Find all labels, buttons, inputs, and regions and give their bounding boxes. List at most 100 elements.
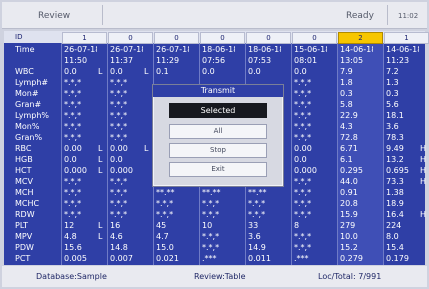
table-cell: 14.9: [248, 243, 266, 252]
table-cell: .***: [294, 254, 309, 263]
abnormal-flag: H: [420, 166, 427, 175]
parameter-label: HCT: [15, 166, 32, 175]
table-cell: 1.38: [386, 188, 404, 197]
stop-button[interactable]: Stop: [169, 143, 267, 158]
table-cell: 45: [156, 221, 167, 230]
table-cell: 14-06-18: [340, 45, 373, 54]
sample-id-cell[interactable]: 0: [246, 32, 291, 44]
table-cell: 15-06-18: [294, 45, 327, 54]
table-cell: *.*,*: [294, 133, 312, 142]
dialog-title: Transmit: [153, 85, 283, 97]
sample-id-cell[interactable]: 2: [338, 32, 383, 44]
table-cell: 18.9: [386, 199, 404, 208]
table-cell: *.*,*: [294, 111, 312, 120]
table-cell: *.*,*: [156, 210, 174, 219]
table-cell: *.*,*: [110, 89, 128, 98]
table-cell: 11:29: [156, 56, 180, 65]
abnormal-flag: L: [144, 67, 149, 76]
parameter-label: PLT: [15, 221, 29, 230]
table-cell: 3.6: [386, 122, 399, 131]
table-cell: .***: [202, 254, 217, 263]
table-cell: *.*,*: [294, 177, 312, 186]
table-cell: 0.000: [64, 166, 87, 175]
table-cell: 0.695: [386, 166, 409, 175]
table-cell: *.*,*: [110, 78, 128, 87]
table-cell: 8: [294, 221, 300, 230]
sample-id-text: 0: [312, 34, 317, 42]
table-cell: 15.6: [64, 243, 82, 252]
table-cell: 72.8: [340, 133, 358, 142]
sample-id-cell[interactable]: 1: [384, 32, 429, 44]
table-cell: 07:56: [202, 56, 226, 65]
table-cell: 0.91: [340, 188, 358, 197]
sample-id-text: 0: [220, 34, 225, 42]
table-cell: 26-07-18: [156, 45, 189, 54]
table-cell: *.*,*: [294, 122, 312, 131]
table-cell: 0.021: [156, 254, 179, 263]
table-row: RDW *.*,* *.*,* *.*,* *.*,* *.*,* *.*,* 15.9 16.…: [4, 209, 426, 220]
table-cell: 16.4: [386, 210, 404, 219]
table-cell: *.*,*: [202, 243, 220, 252]
abnormal-flag: H: [420, 144, 427, 153]
sample-id-text: 1: [82, 34, 87, 42]
id-row: ID 1 0 0 0 0 0 2 1: [4, 31, 429, 44]
abnormal-flag: L: [98, 144, 103, 153]
table-cell: 6.71: [340, 144, 358, 153]
parameter-label: Time: [15, 45, 35, 54]
parameter-label: Gran%: [15, 133, 43, 142]
table-cell: 7.2: [386, 67, 399, 76]
table-cell: 0.0: [110, 155, 123, 164]
abnormal-flag: L: [98, 166, 103, 175]
table-cell: 33: [248, 221, 259, 230]
table-cell: **.**: [156, 188, 175, 197]
table-cell: 15.4: [386, 243, 404, 252]
table-row: PCT 0.005 0.007 0.021 .*** 0.011 .*** 0.279 0.17…: [4, 253, 425, 264]
table-cell: 14-06-18: [386, 45, 419, 54]
sample-id-cell[interactable]: 1: [62, 32, 107, 44]
selected-button[interactable]: Selected: [169, 103, 267, 118]
table-cell: 0.1: [156, 67, 169, 76]
parameter-label: MCH: [15, 188, 34, 197]
table-row: PDW 15.6 14.8 15.0 *.*,* 14.9 *.*,* 15.2 15.4: [4, 242, 425, 253]
table-cell: *.*,*: [294, 188, 312, 197]
all-button[interactable]: All: [169, 124, 267, 139]
parameter-label: [15, 55, 55, 66]
exit-button[interactable]: Exit: [169, 162, 267, 177]
table-cell: 1.8: [340, 78, 353, 87]
table-cell: 279: [340, 221, 356, 230]
table-cell: 0.007: [110, 254, 133, 263]
id-label: ID: [15, 33, 23, 41]
table-cell: 11:23: [386, 56, 410, 65]
parameter-label: Mon#: [15, 89, 39, 98]
sample-id-text: 0: [266, 34, 271, 42]
table-cell: 26-07-18: [64, 45, 97, 54]
table-cell: *.*,*: [64, 133, 82, 142]
table-cell: 0.0: [294, 155, 307, 164]
table-cell: 4.8: [64, 232, 77, 241]
table-cell: 7.9: [340, 67, 353, 76]
table-cell: 12: [64, 221, 75, 230]
table-cell: 0.011: [248, 254, 271, 263]
table-row: WBC 0.0 L 0.0 L 0.1 0.0 0.0 0.0 7.9 7.2: [4, 66, 425, 77]
table-cell: *.*,*: [110, 100, 128, 109]
clock-text: 11:02: [398, 12, 419, 20]
table-cell: 14.8: [110, 243, 128, 252]
table-cell: *.*,*: [202, 199, 220, 208]
table-cell: 224: [386, 221, 402, 230]
table-cell: 15.0: [156, 243, 174, 252]
analyzer-screen: Review Ready 11:02 ID 1 0 0 0 0 0 2 1 Time 26-07-1…: [0, 0, 429, 289]
sample-id-cell[interactable]: 0: [292, 32, 337, 44]
table-cell: 0.3: [340, 89, 353, 98]
table-cell: 08:01: [294, 56, 318, 65]
table-cell: *.*,*: [248, 210, 266, 219]
table-cell: *.*,*: [294, 78, 312, 87]
sample-id-cell[interactable]: 0: [200, 32, 245, 44]
sample-id-cell[interactable]: 0: [154, 32, 199, 44]
table-cell: *.*,*: [64, 78, 82, 87]
table-cell: 1.3: [386, 78, 399, 87]
abnormal-flag: L: [98, 155, 103, 164]
table-cell: 0.0: [64, 155, 77, 164]
table-cell: *.*,*: [202, 232, 220, 241]
database-label: Database:Sample: [36, 272, 107, 281]
sample-id-cell[interactable]: 0: [108, 32, 153, 44]
